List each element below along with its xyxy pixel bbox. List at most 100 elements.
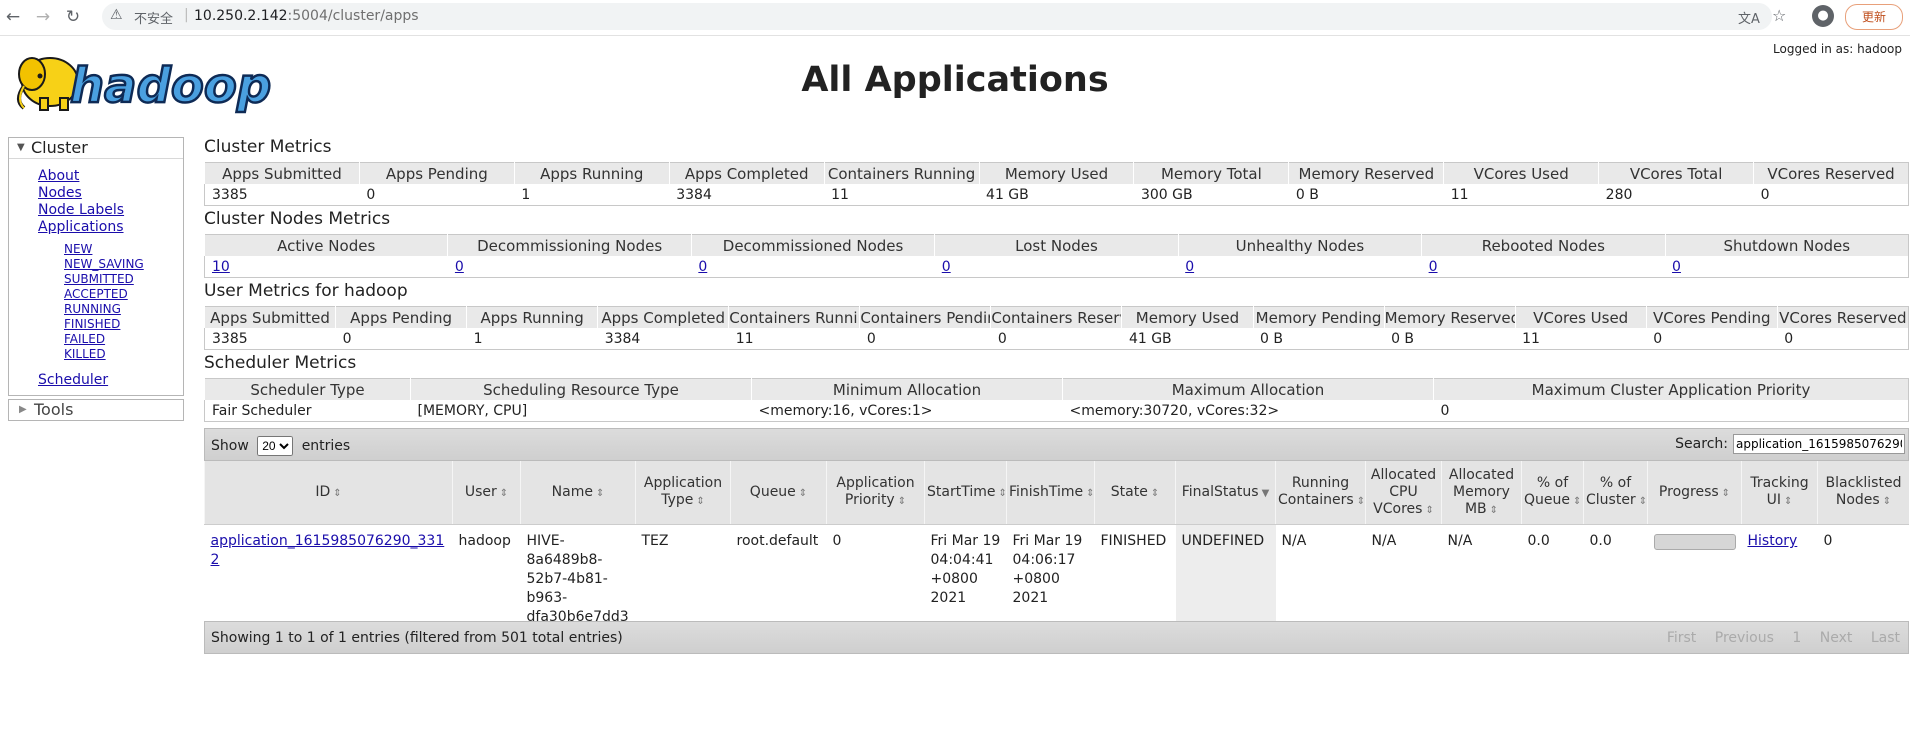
sidebar-link-about[interactable]: About: [9, 168, 183, 185]
metric-header: Decommissioned Nodes: [690, 234, 935, 256]
metric-header: Apps Submitted: [204, 162, 360, 184]
column-header-name[interactable]: Name ⇕: [520, 461, 636, 525]
pager-page-1[interactable]: 1: [1792, 630, 1801, 646]
cell-pct-queue: 0.0: [1527, 533, 1550, 549]
metric-value: Fair Scheduler: [212, 402, 312, 419]
cell-name: HIVE-8a6489b8-52b7-4b81-b963-dfa30b6e7dd…: [526, 533, 629, 625]
metric-header: Maximum Cluster Application Priority: [1433, 378, 1909, 400]
column-header-finalstatus[interactable]: FinalStatus ▼: [1175, 461, 1276, 525]
rebooted-nodes-link[interactable]: 0: [1429, 259, 1438, 275]
cell-queue: root.default: [736, 533, 819, 549]
sidebar-state-accepted[interactable]: ACCEPTED: [9, 287, 183, 302]
column-header-progress[interactable]: Progress ⇕: [1647, 461, 1742, 525]
expand-triangle-icon: ▼: [17, 142, 25, 153]
metric-header: Active Nodes: [203, 234, 448, 256]
sidebar-state-new-saving[interactable]: NEW_SAVING: [9, 257, 183, 272]
column-header-blacklisted-nodes[interactable]: Blacklisted Nodes ⇕: [1817, 461, 1909, 525]
user-metrics-table: Apps Submitted Apps Pending Apps Running…: [203, 306, 1909, 350]
column-header-running-containers[interactable]: Running Containers ⇕: [1275, 461, 1366, 525]
sidebar-link-applications[interactable]: Applications: [9, 219, 183, 236]
update-button[interactable]: 更新: [1845, 4, 1903, 30]
application-id-link[interactable]: application_1615985076290_3312: [211, 533, 445, 568]
sort-icon: ⇕: [1638, 496, 1648, 507]
column-header-state[interactable]: State ⇕: [1094, 461, 1176, 525]
column-header-pct-queue[interactable]: % of Queue ⇕: [1521, 461, 1584, 525]
metric-header: Apps Running: [466, 306, 598, 328]
column-header-finishtime[interactable]: FinishTime ⇕: [1006, 461, 1095, 525]
reload-icon[interactable]: ↻: [62, 6, 84, 28]
cell-allocated-vcores: N/A: [1371, 533, 1397, 549]
cell-state: FINISHED: [1100, 533, 1167, 549]
sidebar-link-nodes[interactable]: Nodes: [9, 185, 183, 202]
profile-avatar-icon[interactable]: ●: [1812, 5, 1834, 27]
pager-previous[interactable]: Previous: [1715, 630, 1774, 646]
cell-user: hadoop: [458, 533, 511, 549]
metric-value: 0: [1760, 186, 1770, 203]
scheduler-metrics-table: Scheduler Type Scheduling Resource Type …: [204, 378, 1909, 422]
metric-header: Containers Running: [823, 162, 980, 184]
sidebar-state-killed[interactable]: KILLED: [9, 347, 183, 362]
column-header-pct-cluster[interactable]: % of Cluster ⇕: [1583, 461, 1648, 525]
metric-value: 0: [1653, 330, 1663, 347]
metric-value: 0: [866, 330, 876, 347]
pager-last[interactable]: Last: [1871, 630, 1900, 646]
address-bar[interactable]: ⚠ 不安全 | 10.250.2.142:5004/cluster/apps: [102, 3, 1772, 30]
sort-icon: ⇕: [798, 487, 808, 499]
translate-icon[interactable]: 文A: [1738, 8, 1760, 27]
column-header-allocated-vcores[interactable]: Allocated CPU VCores ⇕: [1365, 461, 1442, 525]
sidebar-state-new[interactable]: NEW: [9, 242, 183, 257]
bookmark-star-icon[interactable]: ☆: [1772, 6, 1786, 25]
sidebar-state-submitted[interactable]: SUBMITTED: [9, 272, 183, 287]
user-metrics-title: User Metrics for hadoop: [204, 281, 408, 301]
decommissioned-nodes-link[interactable]: 0: [698, 259, 707, 275]
metric-header: VCores Used: [1443, 162, 1599, 184]
sidebar-cluster-header[interactable]: ▼ Cluster: [9, 138, 183, 159]
column-header-application-type[interactable]: Application Type ⇕: [635, 461, 731, 525]
pager-next[interactable]: Next: [1820, 630, 1853, 646]
unhealthy-nodes-link[interactable]: 0: [1185, 259, 1194, 275]
metric-header: Apps Pending: [335, 306, 467, 328]
sidebar-state-finished[interactable]: FINISHED: [9, 317, 183, 332]
metric-header: Unhealthy Nodes: [1177, 234, 1422, 256]
metric-header: Rebooted Nodes: [1421, 234, 1666, 256]
sort-icon: ⇕: [595, 487, 605, 499]
sort-icon: ⇕: [1086, 487, 1095, 499]
column-header-starttime[interactable]: StartTime ⇕: [924, 461, 1007, 525]
forward-icon[interactable]: →: [32, 6, 54, 28]
sort-icon: ⇕: [1425, 504, 1434, 516]
active-nodes-link[interactable]: 10: [212, 259, 230, 275]
decommissioning-nodes-link[interactable]: 0: [455, 259, 464, 275]
column-header-user[interactable]: User ⇕: [452, 461, 521, 525]
sidebar-link-node-labels[interactable]: Node Labels: [9, 202, 183, 219]
sidebar-tools-header[interactable]: ▶ Tools: [8, 399, 184, 421]
search-input[interactable]: [1733, 434, 1905, 454]
sidebar-link-scheduler[interactable]: Scheduler: [9, 372, 183, 389]
column-header-queue[interactable]: Queue ⇕: [730, 461, 827, 525]
shutdown-nodes-link[interactable]: 0: [1672, 259, 1681, 275]
metric-value: <memory:30720, vCores:32>: [1069, 402, 1280, 419]
sidebar-state-failed[interactable]: FAILED: [9, 332, 183, 347]
page-size-select[interactable]: 20: [257, 436, 294, 456]
metric-value: 280: [1605, 186, 1633, 203]
metric-value: 300 GB: [1140, 186, 1193, 203]
lost-nodes-link[interactable]: 0: [942, 259, 951, 275]
cell-pct-cluster: 0.0: [1589, 533, 1612, 549]
cell-finishtime: Fri Mar 19 04:06:17 +0800 2021: [1012, 533, 1083, 606]
column-header-priority[interactable]: Application Priority ⇕: [826, 461, 925, 525]
metric-value: 3384: [676, 186, 712, 203]
column-header-allocated-memory[interactable]: Allocated Memory MB ⇕: [1441, 461, 1522, 525]
history-link[interactable]: History: [1748, 533, 1798, 549]
nodes-metrics-title: Cluster Nodes Metrics: [204, 209, 391, 229]
metric-header: VCores Reserved: [1776, 306, 1909, 328]
sidebar-state-running[interactable]: RUNNING: [9, 302, 183, 317]
column-header-tracking-ui[interactable]: Tracking UI ⇕: [1741, 461, 1818, 525]
back-icon[interactable]: ←: [2, 6, 24, 28]
sort-icon: ⇕: [1784, 496, 1793, 507]
url-text[interactable]: 10.250.2.142:5004/cluster/apps: [194, 8, 419, 24]
metric-header: Memory Used: [1121, 306, 1253, 328]
pager-first[interactable]: First: [1667, 630, 1696, 646]
column-header-id[interactable]: ID ⇕: [204, 461, 453, 525]
metric-value: 0: [1784, 330, 1794, 347]
metric-header: Apps Running: [513, 162, 670, 184]
metric-header: VCores Pending: [1645, 306, 1778, 328]
